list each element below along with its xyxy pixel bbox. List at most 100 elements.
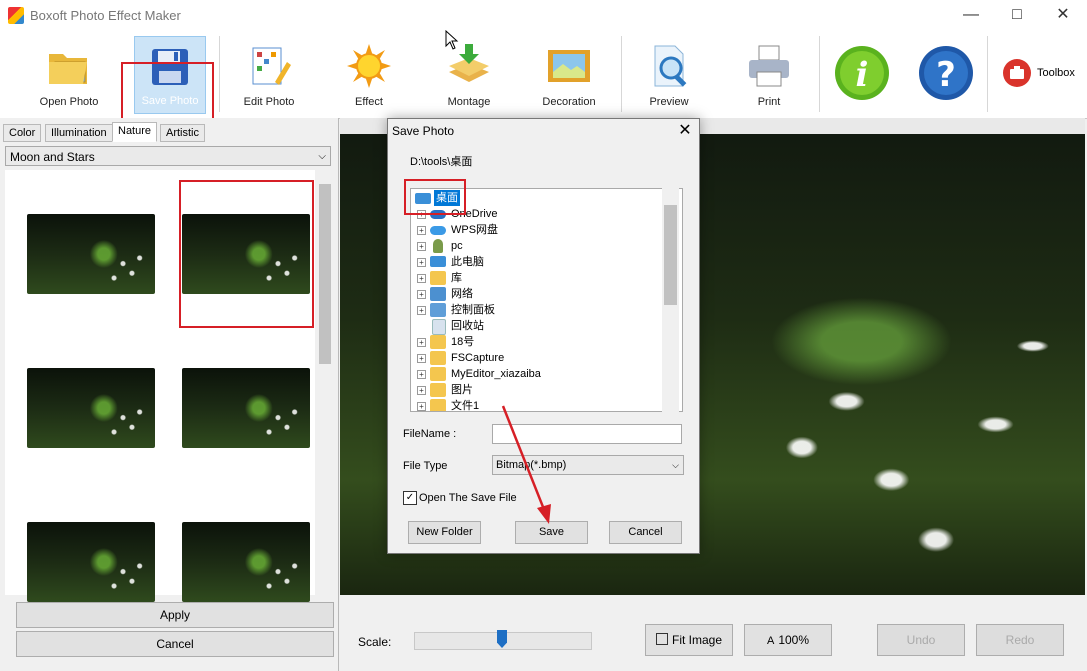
fit-image-button[interactable]: Fit Image [645, 624, 733, 656]
toolbox-button[interactable]: Toolbox [1000, 58, 1082, 90]
main-toolbar: Open Photo Save Photo Edit Photo Effect … [0, 32, 1087, 145]
redo-button[interactable]: Redo [976, 624, 1064, 656]
dialog-cancel-button[interactable]: Cancel [609, 521, 682, 544]
highlight-box-desktop [404, 179, 466, 215]
scale-label: Scale: [358, 635, 392, 649]
effect-thumbnail[interactable] [182, 522, 310, 602]
expand-icon[interactable]: + [417, 258, 426, 267]
print-button[interactable]: Print [734, 36, 804, 114]
close-button[interactable]: ✕ [1040, 0, 1086, 32]
expand-icon[interactable]: + [417, 226, 426, 235]
preview-label: Preview [649, 96, 689, 108]
control-panel-icon [430, 303, 446, 317]
folder-icon [430, 383, 446, 397]
tree-node-label: pc [451, 240, 463, 252]
chevron-down-icon: ⌵ [318, 151, 326, 162]
tree-node-label: 回收站 [451, 320, 484, 332]
tree-node-label: 控制面板 [451, 304, 495, 316]
expand-icon[interactable]: + [417, 242, 426, 251]
decoration-label: Decoration [542, 96, 596, 108]
svg-text:?: ? [936, 55, 956, 95]
edit-photo-button[interactable]: Edit Photo [234, 36, 304, 114]
window-title: Boxoft Photo Effect Maker [30, 8, 181, 23]
new-folder-button[interactable]: New Folder [408, 521, 481, 544]
effect-thumbnail[interactable] [182, 368, 310, 448]
tree-node-label: 网络 [451, 288, 473, 300]
toolbar-separator [819, 36, 820, 112]
fit-image-label: Fit Image [671, 633, 722, 647]
user-icon [433, 239, 443, 253]
folder-icon [430, 351, 446, 365]
printer-icon [749, 45, 789, 87]
tab-artistic[interactable]: Artistic [160, 124, 205, 142]
tab-illumination[interactable]: Illumination [45, 124, 113, 142]
network-icon [430, 287, 446, 301]
dialog-title: Save Photo [392, 124, 455, 138]
undo-button[interactable]: Undo [877, 624, 965, 656]
effect-button[interactable]: Effect [334, 36, 404, 114]
filetype-label: File Type [403, 460, 448, 472]
expand-icon[interactable]: + [417, 386, 426, 395]
tree-node-label: 18号 [451, 336, 475, 348]
zoom-100-label: 100% [778, 633, 810, 647]
edit-grid-pencil-icon [252, 47, 291, 85]
expand-icon[interactable]: + [417, 370, 426, 379]
expand-icon[interactable]: + [417, 290, 426, 299]
open-after-save-checkbox[interactable]: ✓ [403, 491, 417, 505]
cloud-icon [430, 226, 446, 235]
expand-icon[interactable]: + [417, 274, 426, 283]
expand-icon[interactable]: + [417, 402, 426, 411]
preview-button[interactable]: Preview [634, 36, 704, 114]
effect-thumbnail[interactable] [27, 368, 155, 448]
tree-node-label: FSCapture [451, 352, 505, 364]
expand-icon[interactable]: + [417, 354, 426, 363]
tree-node-label: 文件1 [451, 400, 480, 412]
effect-thumbnail[interactable] [27, 522, 155, 602]
apply-button[interactable]: Apply [16, 602, 334, 628]
minimize-button[interactable]: — [948, 0, 994, 32]
tab-color[interactable]: Color [3, 124, 42, 142]
effects-panel: Color Illumination Nature Artistic Moon … [0, 118, 339, 671]
filename-label: FileName : [403, 428, 457, 440]
decoration-button[interactable]: Decoration [534, 36, 604, 114]
info-icon: i [835, 46, 889, 100]
folder-icon [430, 335, 446, 349]
open-photo-label: Open Photo [39, 96, 99, 108]
tree-node-label: 图片 [451, 384, 473, 396]
maximize-button[interactable]: □ [994, 0, 1040, 32]
effect-thumbnail[interactable] [27, 214, 155, 294]
dialog-close-icon[interactable]: ✕ [675, 121, 695, 141]
toolbar-separator [621, 36, 622, 112]
recycle-bin-icon [432, 319, 446, 335]
cancel-effect-button[interactable]: Cancel [16, 631, 334, 657]
zoom-icon: A [766, 635, 775, 647]
folder-photo-icon [49, 54, 87, 84]
folder-icon [430, 367, 446, 381]
picture-frame-icon [548, 50, 590, 82]
help-button[interactable]: ? [914, 36, 978, 114]
computer-icon [430, 256, 446, 267]
toolbar-separator [987, 36, 988, 112]
current-path: D:\tools\桌面 [410, 156, 473, 168]
expand-icon[interactable]: + [417, 306, 426, 315]
zoom-100-button[interactable]: A 100% [744, 624, 832, 656]
edit-photo-label: Edit Photo [243, 96, 295, 108]
thumbnail-scroll-thumb[interactable] [319, 184, 331, 364]
svg-text:i: i [856, 55, 869, 95]
app-logo-icon [8, 7, 24, 24]
preset-select-value: Moon and Stars [10, 150, 95, 164]
expand-icon[interactable]: + [417, 338, 426, 347]
montage-label: Montage [447, 96, 491, 108]
info-button[interactable]: i [830, 36, 894, 114]
preset-select[interactable]: Moon and Stars ⌵ [5, 146, 331, 166]
chevron-down-icon: ⌵ [672, 460, 679, 470]
tree-scroll-thumb[interactable] [664, 205, 677, 305]
toolbox-label: Toolbox [1037, 67, 1075, 79]
highlight-box-thumbnail [179, 180, 314, 328]
tab-nature[interactable]: Nature [112, 122, 158, 142]
print-label: Print [757, 96, 781, 108]
fit-image-icon [655, 633, 668, 645]
sun-icon [347, 44, 391, 88]
tree-node-label: 此电脑 [451, 256, 484, 268]
open-photo-button[interactable]: Open Photo [32, 36, 106, 114]
